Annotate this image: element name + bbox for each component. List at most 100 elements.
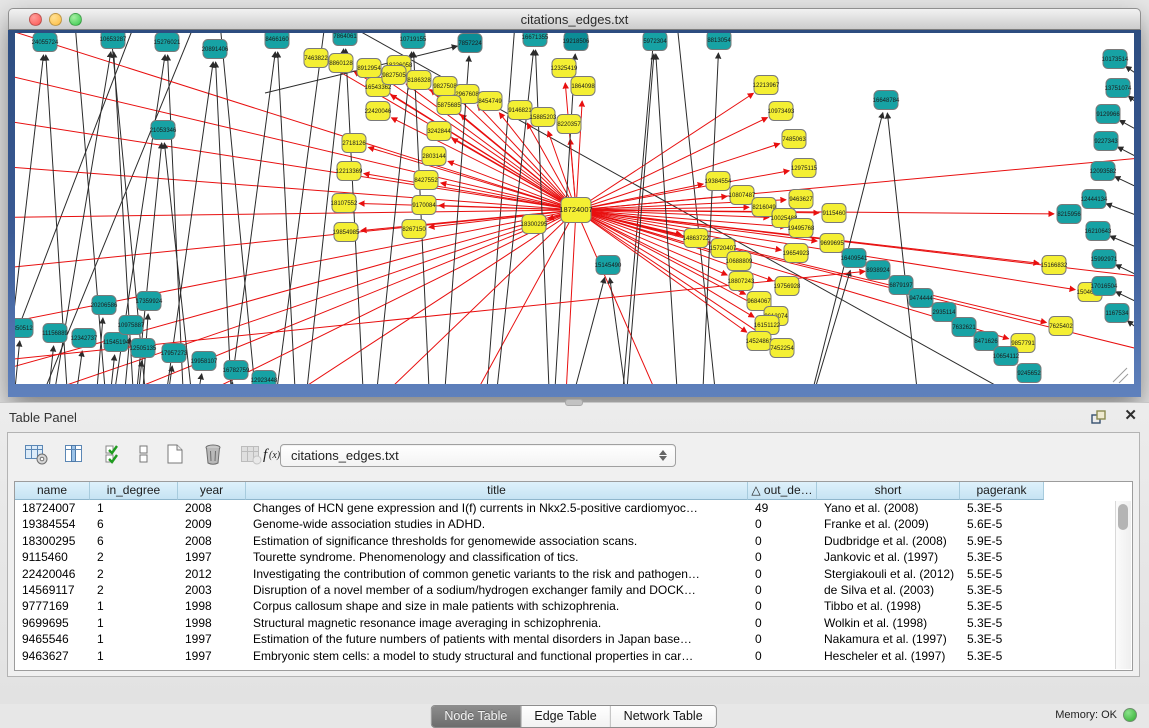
cell-pagerank[interactable]: 5.3E-5 — [960, 615, 1044, 631]
graph-node[interactable]: 20891406 — [202, 40, 229, 59]
graph-node[interactable]: 9245652 — [1017, 364, 1041, 383]
table-row[interactable]: 1938455462009Genome-wide association stu… — [15, 516, 1132, 532]
cell-in_degree[interactable]: 1 — [90, 615, 178, 631]
cell-name[interactable]: 9115460 — [15, 549, 90, 565]
graph-node[interactable]: 7632621 — [952, 318, 976, 337]
graph-node[interactable]: 9463627 — [789, 190, 813, 209]
graph-node[interactable]: 12213967 — [753, 76, 780, 95]
cell-short[interactable]: Dudbridge et al. (2008) — [817, 533, 960, 549]
network-canvas[interactable]: 1872400718300295198549851810755212213369… — [15, 33, 1134, 384]
cell-short[interactable]: Wolkin et al. (1998) — [817, 615, 960, 631]
graph-node[interactable]: 10688809 — [726, 252, 753, 271]
cell-name[interactable]: 9777169 — [15, 598, 90, 614]
graph-node[interactable]: 9474444 — [909, 289, 933, 308]
graph-node[interactable]: 8466160 — [265, 33, 289, 49]
graph-node[interactable]: 7485063 — [782, 130, 806, 149]
cell-year[interactable]: 1998 — [178, 598, 246, 614]
table-row[interactable]: 977716911998Corpus callosum shape and si… — [15, 598, 1132, 614]
graph-node[interactable]: 10173514 — [1102, 50, 1129, 69]
function-builder-icon[interactable]: f(x) — [260, 442, 290, 470]
column-header-pagerank[interactable]: pagerank — [960, 482, 1044, 500]
cell-in_degree[interactable]: 2 — [90, 549, 178, 565]
cell-title[interactable]: Changes of HCN gene expression and I(f) … — [246, 500, 748, 516]
graph-node[interactable]: 5875685 — [437, 96, 461, 115]
cell-in_degree[interactable]: 6 — [90, 533, 178, 549]
graph-node[interactable]: 1167534 — [1105, 304, 1129, 323]
cell-year[interactable]: 2003 — [178, 582, 246, 598]
cell-year[interactable]: 1997 — [178, 549, 246, 565]
graph-node[interactable]: 12325419 — [551, 59, 578, 78]
graph-node[interactable]: 18300295 — [521, 215, 548, 234]
graph-node[interactable]: 1864098 — [571, 77, 595, 96]
graph-node[interactable]: 2935114 — [932, 303, 956, 322]
graph-node[interactable]: 24055724 — [32, 33, 59, 52]
graph-node[interactable]: 12975115 — [791, 159, 818, 178]
graph-node[interactable]: 11545194 — [103, 333, 130, 352]
cell-out_de[interactable]: 0 — [748, 648, 817, 664]
graph-node[interactable]: 8186328 — [407, 71, 431, 90]
cell-pagerank[interactable]: 5.5E-5 — [960, 566, 1044, 582]
cell-title[interactable]: Structural magnetic resonance image aver… — [246, 615, 748, 631]
graph-node[interactable]: 15166832 — [1041, 256, 1068, 275]
graph-node[interactable]: 16648784 — [873, 91, 900, 110]
cell-pagerank[interactable]: 5.6E-5 — [960, 516, 1044, 532]
table-row[interactable]: 911546021997Tourette syndrome. Phenomeno… — [15, 549, 1132, 565]
cell-short[interactable]: Jankovic et al. (1997) — [817, 549, 960, 565]
graph-node[interactable]: 7625402 — [1049, 317, 1073, 336]
cell-out_de[interactable]: 0 — [748, 566, 817, 582]
memory-status-label[interactable]: Memory: OK — [1055, 709, 1117, 721]
cell-title[interactable]: Tourette syndrome. Phenomenology and cla… — [246, 549, 748, 565]
window-titlebar[interactable]: citations_edges.txt — [8, 8, 1141, 30]
graph-node[interactable]: 8912954 — [357, 59, 381, 78]
cell-in_degree[interactable]: 1 — [90, 648, 178, 664]
cell-title[interactable]: Embryonic stem cells: a model to study s… — [246, 648, 748, 664]
table-row[interactable]: 2242004622012Investigating the contribut… — [15, 566, 1132, 582]
graph-node[interactable]: 22420046 — [365, 102, 392, 121]
graph-node[interactable]: 9827508 — [433, 77, 457, 96]
cell-title[interactable]: Estimation of significance thresholds fo… — [246, 533, 748, 549]
graph-node[interactable]: 15885203 — [530, 108, 557, 127]
graph-node[interactable]: 2803144 — [422, 147, 446, 166]
cell-in_degree[interactable]: 2 — [90, 566, 178, 582]
deselect-all-columns-icon[interactable] — [129, 442, 159, 470]
graph-node[interactable]: 19958107 — [191, 352, 218, 371]
table-vertical-scrollbar[interactable] — [1115, 501, 1131, 669]
cell-short[interactable]: de Silva et al. (2003) — [817, 582, 960, 598]
graph-node[interactable]: 9827505 — [382, 66, 406, 85]
graph-node[interactable]: 12505135 — [130, 339, 157, 358]
cell-out_de[interactable]: 0 — [748, 615, 817, 631]
graph-node[interactable]: 9699695 — [820, 234, 844, 253]
graph-node[interactable]: 18724007 — [559, 198, 592, 223]
cell-year[interactable]: 2008 — [178, 533, 246, 549]
cell-name[interactable]: 9465546 — [15, 631, 90, 647]
delete-column-icon[interactable] — [198, 442, 228, 470]
graph-node[interactable]: 12342737 — [71, 329, 98, 348]
graph-node[interactable]: 13751074 — [1105, 79, 1132, 98]
cell-pagerank[interactable]: 5.3E-5 — [960, 549, 1044, 565]
graph-node[interactable]: 7857224 — [458, 34, 482, 53]
graph-node[interactable]: 16409541 — [841, 249, 868, 268]
column-header-in_degree[interactable]: in_degree — [90, 482, 178, 500]
graph-node[interactable]: 17016504 — [1091, 277, 1118, 296]
graph-node[interactable]: 10654112 — [993, 347, 1020, 366]
cell-title[interactable]: Corpus callosum shape and size in male p… — [246, 598, 748, 614]
cell-short[interactable]: Stergiakouli et al. (2012) — [817, 566, 960, 582]
graph-node[interactable]: 19218506 — [563, 33, 590, 51]
cell-pagerank[interactable]: 5.3E-5 — [960, 582, 1044, 598]
memory-status-icon[interactable] — [1123, 708, 1137, 722]
graph-node[interactable]: 12923448 — [251, 371, 278, 385]
graph-node[interactable]: 18807243 — [728, 272, 755, 291]
cell-out_de[interactable]: 0 — [748, 549, 817, 565]
cell-name[interactable]: 22420046 — [15, 566, 90, 582]
graph-node[interactable]: 8813054 — [707, 33, 731, 50]
graph-node[interactable]: 7463822 — [304, 49, 328, 68]
column-header-year[interactable]: year — [178, 482, 246, 500]
graph-node[interactable]: 10973493 — [768, 102, 795, 121]
new-column-icon[interactable] — [160, 442, 190, 470]
graph-node[interactable]: 9350512 — [15, 319, 33, 338]
table-row[interactable]: 1456911722003Disruption of a novel membe… — [15, 582, 1132, 598]
cell-title[interactable]: Estimation of the future numbers of pati… — [246, 631, 748, 647]
table-row[interactable]: 946362711997Embryonic stem cells: a mode… — [15, 648, 1132, 664]
cell-name[interactable]: 9699695 — [15, 615, 90, 631]
graph-node[interactable]: 19854985 — [333, 223, 360, 242]
